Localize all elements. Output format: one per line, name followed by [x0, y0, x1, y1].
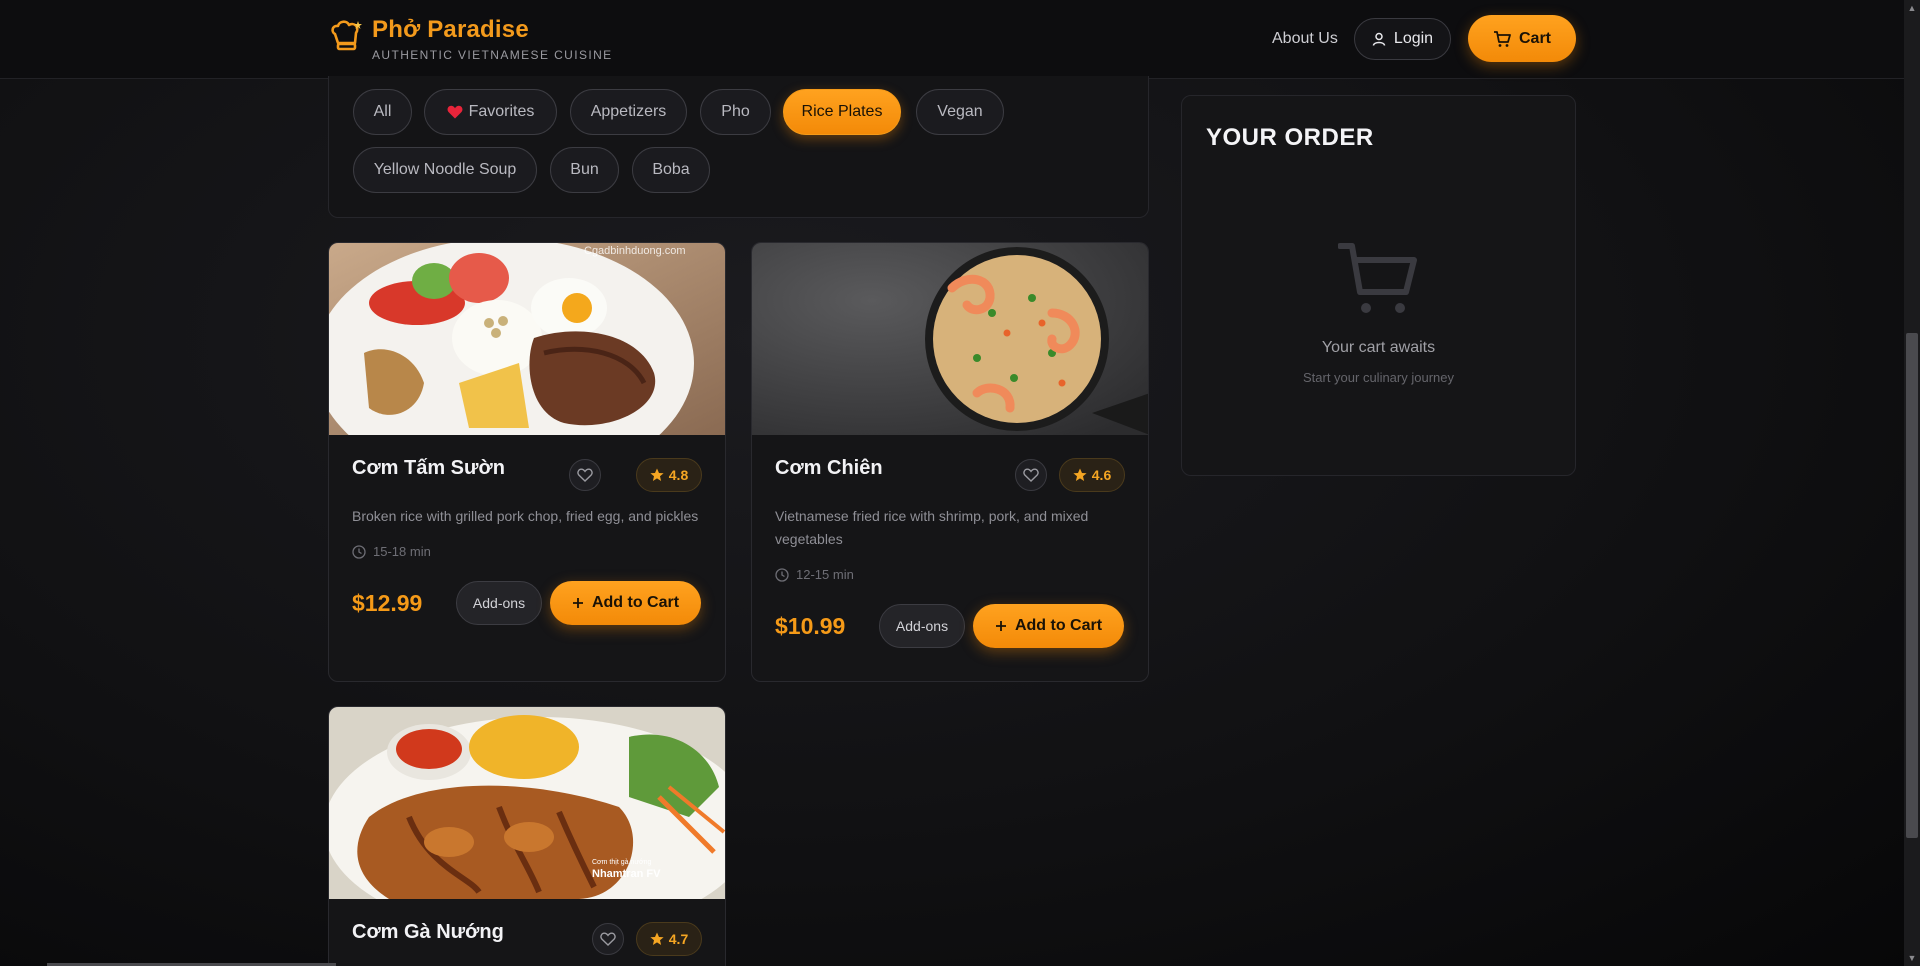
- filter-label: Rice Plates: [801, 103, 883, 120]
- star-icon: [650, 932, 664, 945]
- filter-bun[interactable]: Bun: [550, 147, 619, 193]
- rating-badge: 4.7: [636, 922, 702, 956]
- dish-image: Cơm thịt gà nướng Nhamtran FV: [329, 707, 725, 899]
- category-filter-panel: All Favorites Appetizers Pho Rice Plates…: [328, 76, 1149, 218]
- add-to-cart-button[interactable]: Add to Cart: [550, 581, 701, 625]
- star-icon: [1073, 468, 1087, 481]
- login-button[interactable]: Login: [1354, 18, 1451, 60]
- favorite-button[interactable]: [569, 459, 601, 491]
- rating-value: 4.7: [668, 931, 689, 947]
- filter-appetizers[interactable]: Appetizers: [570, 89, 687, 135]
- clock-icon: [352, 544, 366, 559]
- heart-outline-icon: [600, 932, 616, 946]
- add-to-cart-label: Add to Cart: [1014, 617, 1103, 634]
- dish-name: Cơm Tấm Sườn: [352, 457, 505, 479]
- addons-button[interactable]: Add-ons: [879, 604, 965, 648]
- rating-badge: 4.8: [636, 458, 702, 492]
- brand-title: Phở Paradise: [372, 16, 529, 43]
- filter-boba[interactable]: Boba: [632, 147, 710, 193]
- order-panel: YOUR ORDER Your cart awaits Start your c…: [1181, 95, 1576, 476]
- scroll-down-icon[interactable]: ▼: [1904, 950, 1920, 966]
- rating-value: 4.8: [668, 467, 689, 483]
- rating-value: 4.6: [1091, 467, 1112, 483]
- clock-icon: [775, 567, 789, 582]
- empty-cart-icon: [1338, 243, 1417, 313]
- heart-outline-icon: [1023, 468, 1039, 482]
- filter-vegan[interactable]: Vegan: [916, 89, 1004, 135]
- filter-all[interactable]: All: [353, 89, 412, 135]
- brand-logo[interactable]: Phở Paradise AUTHENTIC VIETNAMESE CUISIN…: [328, 16, 613, 62]
- heart-outline-icon: [577, 468, 593, 482]
- add-to-cart-label: Add to Cart: [591, 594, 680, 611]
- addons-label: Add-ons: [895, 618, 949, 634]
- dish-price: $10.99: [775, 613, 846, 639]
- user-icon: [1372, 32, 1386, 46]
- prep-time: 12-15 min: [775, 567, 854, 582]
- dish-price: $12.99: [352, 590, 423, 616]
- filter-label: Yellow Noodle Soup: [373, 161, 517, 178]
- dish-name: Cơm Chiên: [775, 457, 883, 479]
- filter-label: Boba: [652, 161, 690, 178]
- top-header: Phở Paradise AUTHENTIC VIETNAMESE CUISIN…: [0, 0, 1904, 79]
- rating-badge: 4.6: [1059, 458, 1125, 492]
- filter-yellow-noodle-soup[interactable]: Yellow Noodle Soup: [353, 147, 537, 193]
- scroll-thumb[interactable]: [1906, 333, 1918, 838]
- dish-image: [752, 243, 1148, 435]
- empty-cart-title: Your cart awaits: [1321, 339, 1436, 356]
- cart-icon: [1493, 30, 1511, 47]
- plus-icon: [572, 598, 583, 608]
- image-caption-small: Cơm thịt gà nướng: [592, 859, 651, 866]
- login-label: Login: [1393, 30, 1434, 47]
- image-caption: Nhamtran FV: [592, 868, 661, 880]
- star-icon: [650, 468, 664, 481]
- filter-label: All: [373, 103, 392, 120]
- filter-label: Bun: [570, 161, 599, 178]
- menu-item-card: Cơm thịt gà nướng Nhamtran FV Cơm Gà Nướ…: [328, 706, 726, 966]
- menu-item-card: Cgadbinhduong.com Cơm Tấm Sườn 4.8 Broke…: [328, 242, 726, 682]
- image-watermark: Cgadbinhduong.com: [584, 245, 686, 257]
- order-title: YOUR ORDER: [1206, 124, 1374, 151]
- dish-description: Broken rice with grilled pork chop, frie…: [352, 508, 699, 524]
- heart-icon: [447, 105, 463, 119]
- filter-favorites[interactable]: Favorites: [424, 89, 557, 135]
- filter-label: Favorites: [468, 103, 535, 120]
- menu-item-card: Cơm Chiên 4.6 Vietnamese fried rice with…: [751, 242, 1149, 682]
- dish-description: Vietnamese fried rice with shrimp, pork,…: [775, 508, 1089, 547]
- empty-cart-subtitle: Start your culinary journey: [1302, 370, 1454, 385]
- filter-label: Vegan: [937, 103, 983, 120]
- scroll-up-icon[interactable]: ▲: [1904, 0, 1920, 16]
- addons-label: Add-ons: [472, 595, 526, 611]
- chef-hat-icon: [331, 20, 362, 51]
- filter-rice-plates[interactable]: Rice Plates: [783, 89, 901, 135]
- cart-label: Cart: [1518, 29, 1551, 47]
- filter-label: Appetizers: [590, 103, 667, 120]
- prep-time-value: 12-15 min: [796, 567, 854, 582]
- dish-image: Cgadbinhduong.com: [329, 243, 725, 435]
- add-to-cart-button[interactable]: Add to Cart: [973, 604, 1124, 648]
- about-us-link[interactable]: About Us: [1272, 30, 1338, 48]
- plus-icon: [995, 621, 1006, 631]
- prep-time-value: 15-18 min: [373, 544, 431, 559]
- brand-subtitle: AUTHENTIC VIETNAMESE CUISINE: [372, 48, 613, 62]
- favorite-button[interactable]: [1015, 459, 1047, 491]
- favorite-button[interactable]: [592, 923, 624, 955]
- dish-name: Cơm Gà Nướng: [352, 921, 504, 943]
- filter-pho[interactable]: Pho: [700, 89, 771, 135]
- vertical-scrollbar[interactable]: ▲ ▼: [1904, 0, 1920, 966]
- prep-time: 15-18 min: [352, 544, 431, 559]
- cart-button[interactable]: Cart: [1468, 15, 1576, 62]
- addons-button[interactable]: Add-ons: [456, 581, 542, 625]
- filter-label: Pho: [721, 103, 750, 120]
